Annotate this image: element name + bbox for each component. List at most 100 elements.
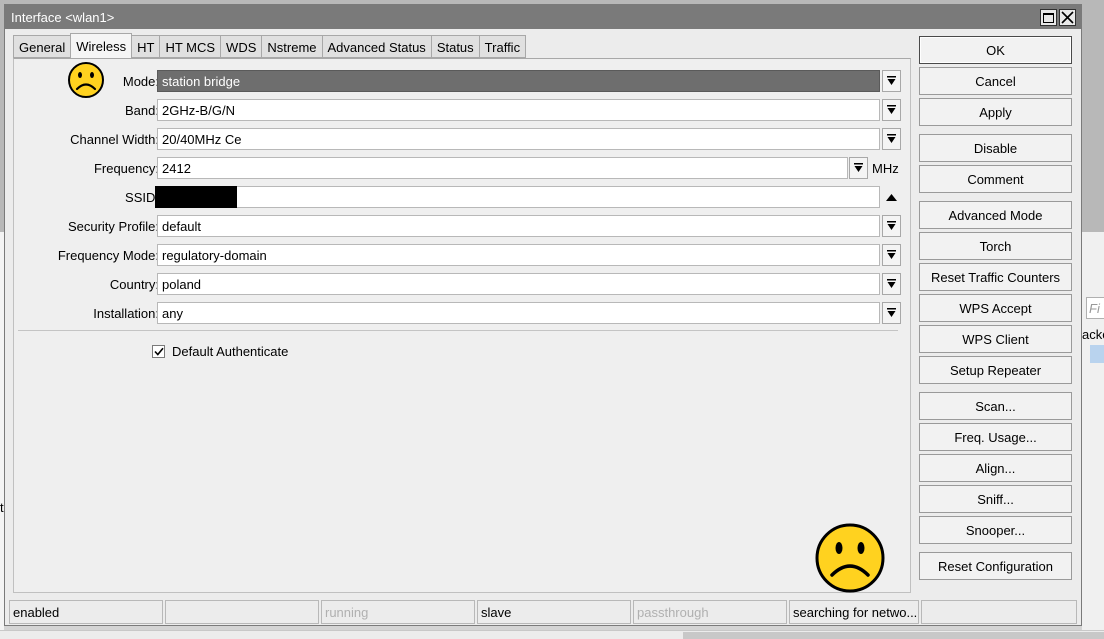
align-button[interactable]: Align... [919, 454, 1072, 482]
tab-wireless[interactable]: Wireless [70, 33, 133, 58]
background-bottom-right [683, 632, 1104, 639]
channel-width-row: Channel Width: 20/40MHz Ce [14, 128, 910, 151]
band-row: Band: 2GHz-B/G/N [14, 99, 910, 122]
ssid-label: SSID: [125, 190, 159, 205]
dropdown-arrow-icon [887, 279, 896, 288]
ok-button[interactable]: OK [919, 36, 1072, 64]
background-filter-input[interactable]: Fi [1086, 297, 1104, 319]
installation-select[interactable]: any [157, 302, 880, 324]
country-dropdown-button[interactable] [882, 273, 901, 295]
window-title: Interface <wlan1> [11, 10, 115, 25]
frequency-row: Frequency: 2412 MHz [14, 157, 910, 180]
dropdown-arrow-icon [887, 308, 896, 317]
tab-ht-mcs[interactable]: HT MCS [159, 35, 222, 58]
tab-nstreme[interactable]: Nstreme [261, 35, 323, 58]
ssid-row: SSID: [14, 186, 910, 209]
band-select[interactable]: 2GHz-B/G/N [157, 99, 880, 121]
status-slave: slave [477, 600, 631, 624]
frequency-mode-label: Frequency Mode: [57, 248, 159, 263]
dropdown-arrow-icon [887, 221, 896, 230]
comment-button[interactable]: Comment [919, 165, 1072, 193]
apply-button[interactable]: Apply [919, 98, 1072, 126]
frequency-mode-select[interactable]: regulatory-domain [157, 244, 880, 266]
dropdown-arrow-icon [887, 250, 896, 259]
snooper-button[interactable]: Snooper... [919, 516, 1072, 544]
up-triangle-icon [886, 193, 897, 201]
installation-label: Installation: [93, 306, 159, 321]
checkmark-icon [153, 347, 164, 356]
mode-label: Mode: [122, 74, 159, 89]
installation-dropdown-button[interactable] [882, 302, 901, 324]
channel-width-select[interactable]: 20/40MHz Ce [157, 128, 880, 150]
background-column-text: acke [1082, 327, 1104, 342]
mode-row: Mode: station bridge [14, 70, 910, 93]
mode-select[interactable]: station bridge [157, 70, 880, 92]
security-profile-dropdown-button[interactable] [882, 215, 901, 237]
default-authenticate-row[interactable]: Default Authenticate [152, 343, 288, 359]
maximize-icon [1043, 12, 1054, 23]
frequency-mode-dropdown-button[interactable] [882, 244, 901, 266]
sad-face-icon [68, 62, 104, 98]
tab-ht[interactable]: HT [131, 35, 161, 58]
interface-window: Interface <wlan1> General Wireless HT HT… [4, 4, 1082, 626]
cancel-button[interactable]: Cancel [919, 67, 1072, 95]
security-profile-select[interactable]: default [157, 215, 880, 237]
wps-client-button[interactable]: WPS Client [919, 325, 1072, 353]
ssid-input[interactable] [157, 186, 880, 208]
country-select[interactable]: poland [157, 273, 880, 295]
tab-status[interactable]: Status [430, 35, 480, 58]
wps-accept-button[interactable]: WPS Accept [919, 294, 1072, 322]
reset-traffic-counters-button[interactable]: Reset Traffic Counters [919, 263, 1072, 291]
default-authenticate-label: Default Authenticate [172, 343, 289, 359]
security-profile-row: Security Profile: default [14, 215, 910, 238]
default-authenticate-checkbox[interactable] [152, 344, 165, 358]
status-extra [921, 600, 1077, 624]
channel-width-dropdown-button[interactable] [882, 128, 901, 150]
tab-bar: General Wireless HT HT MCS WDS Nstreme A… [13, 33, 527, 58]
channel-width-label: Channel Width: [70, 132, 159, 147]
background-selected-row[interactable] [1090, 345, 1104, 363]
tab-advanced-status[interactable]: Advanced Status [321, 35, 432, 58]
close-icon [1061, 11, 1074, 24]
scan-button[interactable]: Scan... [919, 392, 1072, 420]
frequency-mode-row: Frequency Mode: regulatory-domain [14, 244, 910, 267]
status-passthrough: passthrough [633, 600, 787, 624]
dropdown-arrow-icon [887, 134, 896, 143]
dropdown-arrow-icon [887, 76, 896, 85]
frequency-dropdown-button[interactable] [849, 157, 868, 179]
frequency-unit: MHz [872, 161, 899, 176]
frequency-label: Frequency: [93, 161, 159, 176]
status-enabled: enabled [9, 600, 163, 624]
dropdown-arrow-icon [887, 105, 896, 114]
close-button[interactable] [1059, 9, 1076, 26]
tab-traffic[interactable]: Traffic [478, 35, 527, 58]
frequency-select[interactable]: 2412 [157, 157, 848, 179]
sad-face-icon [815, 523, 885, 593]
section-divider [18, 330, 898, 331]
wireless-panel: Mode: station bridge Band: 2GHz-B/G/N Ch… [13, 58, 911, 593]
installation-row: Installation: any [14, 302, 910, 325]
freq-usage-button[interactable]: Freq. Usage... [919, 423, 1072, 451]
torch-button[interactable]: Torch [919, 232, 1072, 260]
reset-configuration-button[interactable]: Reset Configuration [919, 552, 1072, 580]
tab-general[interactable]: General [13, 35, 72, 58]
disable-button[interactable]: Disable [919, 134, 1072, 162]
security-profile-label: Security Profile: [67, 219, 159, 234]
advanced-mode-button[interactable]: Advanced Mode [919, 201, 1072, 229]
setup-repeater-button[interactable]: Setup Repeater [919, 356, 1072, 384]
background-right-strip [1082, 232, 1104, 639]
tab-wds[interactable]: WDS [220, 35, 263, 58]
country-label: Country: [109, 277, 159, 292]
country-row: Country: poland [14, 273, 910, 296]
maximize-button[interactable] [1040, 9, 1057, 26]
status-searching: searching for netwo... [789, 600, 919, 624]
dropdown-arrow-icon [854, 163, 863, 172]
mode-dropdown-button[interactable] [882, 70, 901, 92]
status-running: running [321, 600, 475, 624]
window-titlebar[interactable]: Interface <wlan1> [5, 5, 1081, 29]
sniff-button[interactable]: Sniff... [919, 485, 1072, 513]
band-dropdown-button[interactable] [882, 99, 901, 121]
ssid-redaction [155, 186, 237, 208]
status-empty [165, 600, 319, 624]
ssid-collapse-button[interactable] [882, 186, 901, 208]
